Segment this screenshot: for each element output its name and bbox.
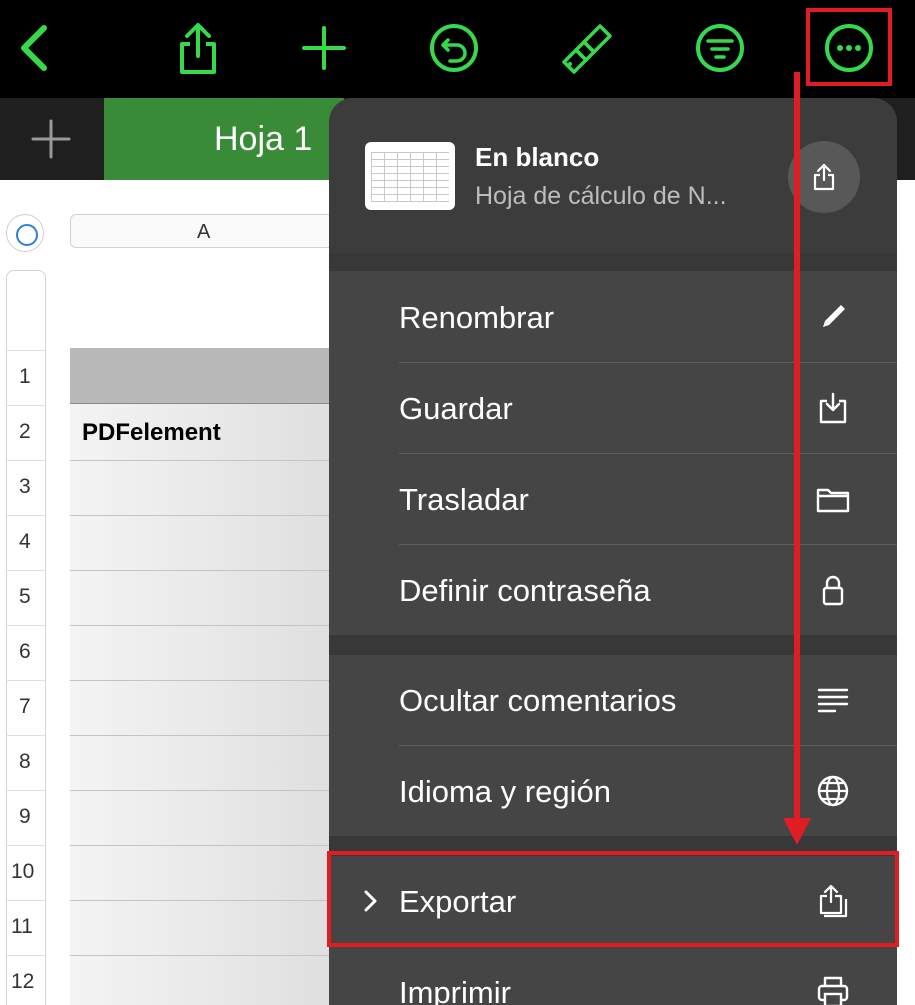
row-header[interactable]: 3: [6, 460, 46, 515]
column-header-a[interactable]: A: [70, 214, 370, 248]
table-header-row[interactable]: [70, 348, 370, 404]
cell-divider: [70, 570, 370, 571]
row-header[interactable]: 9: [6, 790, 46, 845]
row-header[interactable]: 7: [6, 680, 46, 735]
row-header[interactable]: 2: [6, 405, 46, 460]
cell-divider: [70, 735, 370, 736]
back-icon[interactable]: [0, 12, 72, 84]
share-icon: [813, 163, 835, 191]
add-sheet-button[interactable]: [0, 98, 102, 180]
document-thumbnail: [365, 142, 455, 210]
row-header[interactable]: 11: [6, 900, 46, 955]
document-subtitle: Hoja de cálculo de N...: [475, 182, 727, 210]
cell-divider: [70, 790, 370, 791]
top-toolbar: [0, 0, 915, 98]
printer-icon: [815, 974, 851, 1005]
section-separator: [329, 635, 897, 655]
globe-icon: [815, 773, 851, 809]
cell-divider: [70, 845, 370, 846]
cell-divider: [70, 955, 370, 956]
menu-item-idioma-y-region[interactable]: Idioma y región: [329, 746, 897, 836]
menu-item-renombrar[interactable]: Renombrar: [329, 272, 897, 362]
menu-item-imprimir[interactable]: Imprimir: [329, 947, 897, 1005]
cell-a2[interactable]: PDFelement: [82, 419, 221, 447]
highlight-exportar: [327, 851, 899, 947]
menu-item-ocultar-comentarios[interactable]: Ocultar comentarios: [329, 655, 897, 745]
row-header[interactable]: 8: [6, 735, 46, 790]
lock-icon: [815, 572, 851, 608]
plus-icon: [31, 119, 71, 159]
highlight-more-button: [806, 8, 892, 86]
menu-item-guardar[interactable]: Guardar: [329, 363, 897, 453]
document-title: En blanco: [475, 142, 600, 172]
table-body[interactable]: [70, 404, 370, 1005]
row-header[interactable]: 12: [6, 955, 46, 1005]
tab-hoja-1[interactable]: Hoja 1: [104, 98, 344, 180]
tab-label: Hoja 1: [214, 120, 313, 158]
cell-divider: [70, 625, 370, 626]
row-header[interactable]: 5: [6, 570, 46, 625]
cell-divider: [70, 515, 370, 516]
select-all-handle[interactable]: [6, 214, 44, 252]
menu-item-definir-contrasena[interactable]: Definir contraseña: [329, 545, 897, 635]
add-icon[interactable]: [288, 12, 360, 84]
folder-icon: [815, 481, 851, 517]
cell-divider: [70, 680, 370, 681]
organize-icon[interactable]: [684, 12, 756, 84]
document-info: En blanco Hoja de cálculo de N...: [329, 98, 897, 253]
row-header[interactable]: 4: [6, 515, 46, 570]
document-share-button[interactable]: [788, 141, 860, 213]
row-header[interactable]: 10: [6, 845, 46, 900]
row-header[interactable]: 1: [6, 350, 46, 405]
pencil-icon: [815, 299, 851, 335]
format-brush-icon[interactable]: [552, 12, 624, 84]
download-tray-icon: [815, 390, 851, 426]
undo-icon[interactable]: [418, 12, 490, 84]
share-icon[interactable]: [162, 12, 234, 84]
lines-icon: [815, 682, 851, 718]
section-separator: [329, 253, 897, 271]
cell-divider: [70, 900, 370, 901]
row-header-top: [6, 270, 46, 350]
cell-divider: [70, 460, 370, 461]
menu-item-trasladar[interactable]: Trasladar: [329, 454, 897, 544]
row-header[interactable]: 6: [6, 625, 46, 680]
